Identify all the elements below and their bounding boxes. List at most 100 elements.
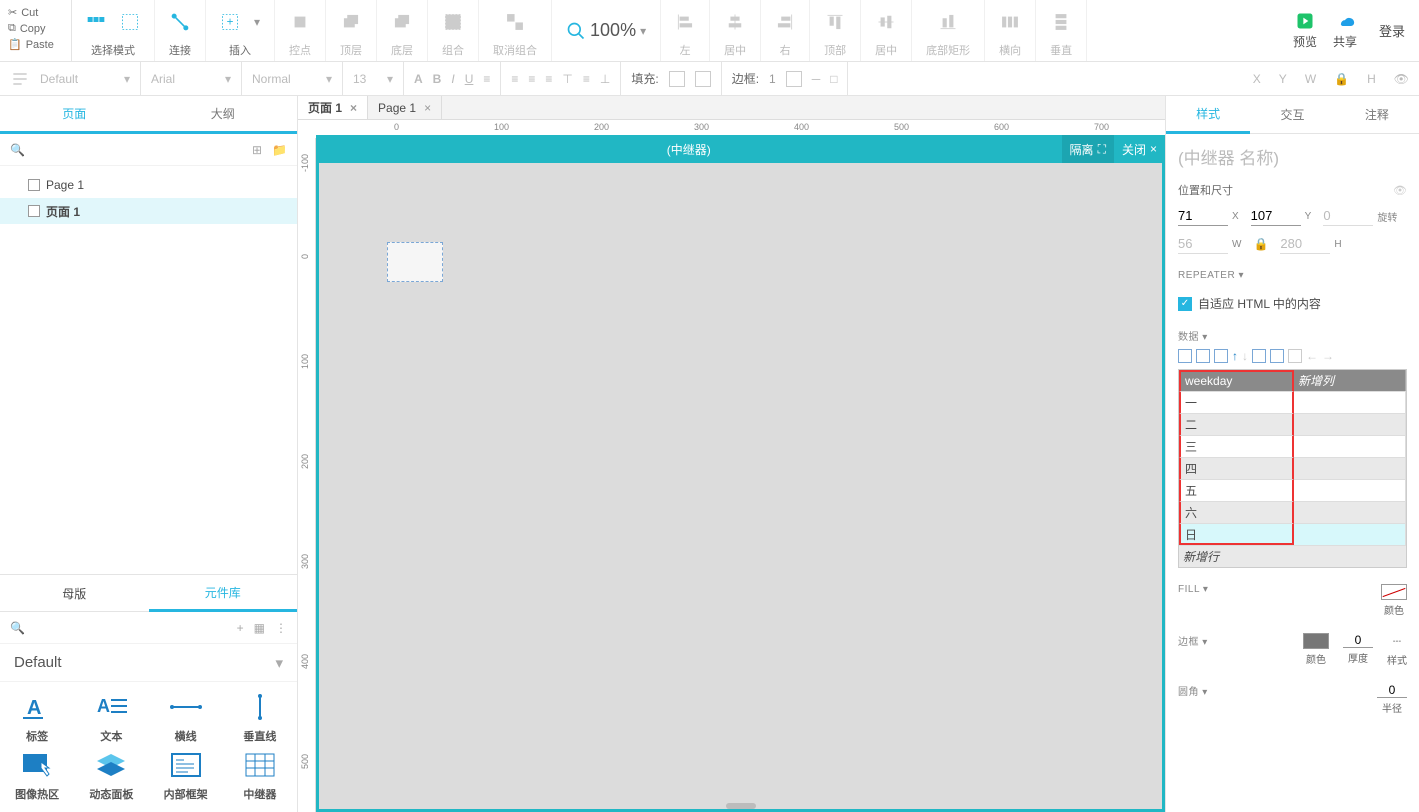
y-input[interactable] [1251, 206, 1301, 226]
svg-text:A: A [27, 697, 41, 719]
rot-input[interactable] [1323, 206, 1373, 226]
add-page-icon[interactable]: ⊞ [252, 143, 262, 157]
arrow-up-icon[interactable]: ↑ [1232, 349, 1238, 363]
insert-icon[interactable]: + [220, 12, 240, 32]
repeater-widget[interactable] [387, 242, 443, 282]
copy-button[interactable]: ⧉Copy [8, 21, 63, 36]
lib-search-input[interactable] [35, 620, 227, 635]
isolate-button[interactable]: 隔离⛶ [1062, 135, 1114, 163]
valign-t-icon[interactable]: ⊤ [562, 72, 572, 86]
border-thickness-input[interactable] [1343, 633, 1373, 648]
close-canvas-button[interactable]: 关闭× [1114, 135, 1165, 163]
widget-name-input[interactable]: (中继器 名称) [1178, 142, 1407, 170]
tool-icon[interactable] [1270, 349, 1284, 363]
close-icon: × [1150, 142, 1157, 156]
h-input[interactable] [1280, 234, 1330, 254]
search-icon[interactable]: 🔍 [10, 143, 25, 157]
canvas[interactable]: (中继器) 隔离⛶ 关闭× [316, 138, 1165, 812]
arrow-down-icon[interactable]: ↓ [1242, 349, 1248, 363]
underline-icon[interactable]: U [465, 72, 474, 86]
border-width[interactable]: 1 [769, 72, 776, 86]
select-contain-icon[interactable] [120, 12, 140, 32]
widget-label[interactable]: A标签 [0, 692, 74, 744]
arrow-left-icon[interactable]: ← [1306, 349, 1318, 363]
tool-icon[interactable] [1288, 349, 1302, 363]
svg-text:+: + [227, 15, 234, 28]
masters-tab[interactable]: 母版 [0, 575, 149, 611]
weight-dropdown[interactable]: Normal▾ [252, 72, 332, 86]
widget-repeater[interactable]: 中继器 [223, 750, 297, 802]
canvas-title: (中继器) [316, 141, 1062, 158]
page-item[interactable]: 页面 1 [0, 198, 297, 224]
widget-hline[interactable]: 横线 [149, 692, 223, 744]
align-c-icon[interactable]: ≡ [528, 72, 535, 86]
border-color-swatch[interactable] [1303, 633, 1329, 649]
size-dropdown[interactable]: 13▾ [353, 72, 393, 86]
style-dropdown[interactable]: Default▾ [40, 72, 130, 86]
style-tab[interactable]: 样式 [1166, 96, 1250, 134]
data-table[interactable]: weekday新增列 一 二 三 四 五 六 日 新增行 [1178, 369, 1407, 568]
close-icon[interactable]: × [350, 101, 357, 115]
align-l-icon[interactable]: ≡ [511, 72, 518, 86]
border-swatch[interactable] [786, 71, 802, 87]
arrow-right-icon[interactable]: → [1322, 349, 1334, 363]
visibility-icon[interactable]: 👁 [1393, 184, 1407, 197]
border-style-icon[interactable]: ─ [812, 72, 821, 86]
border-side-icon[interactable]: □ [830, 72, 837, 86]
text-color-icon[interactable]: A [414, 72, 423, 86]
fill-swatch2[interactable] [695, 71, 711, 87]
close-icon[interactable]: × [424, 101, 431, 115]
adapt-checkbox[interactable]: ✓ [1178, 297, 1192, 311]
select-mode-icon[interactable] [86, 12, 106, 32]
fill-swatch[interactable] [669, 71, 685, 87]
resize-handle[interactable] [726, 803, 756, 809]
tool-icon[interactable] [1214, 349, 1228, 363]
tool-icon[interactable] [1178, 349, 1192, 363]
border-style-icon[interactable]: ┄ [1393, 633, 1401, 650]
zoom-icon[interactable] [566, 21, 586, 41]
font-dropdown[interactable]: Arial▾ [151, 72, 231, 86]
visibility-icon[interactable]: 👁 [1394, 72, 1409, 86]
valign-m-icon[interactable]: ≡ [583, 72, 590, 86]
page-item[interactable]: Page 1 [0, 172, 297, 198]
lib-search-icon[interactable]: 🔍 [10, 621, 25, 635]
lib-grid-icon[interactable]: ▦ [254, 621, 265, 635]
align-r-icon[interactable]: ≡ [545, 72, 552, 86]
preview-button[interactable]: 预览 [1287, 11, 1323, 50]
lock-icon[interactable]: 🔒 [1334, 72, 1349, 86]
tool-icon[interactable] [1252, 349, 1266, 363]
widget-dynpanel[interactable]: 动态面板 [74, 750, 148, 802]
widget-iframe[interactable]: 内部框架 [149, 750, 223, 802]
library-tab[interactable]: 元件库 [149, 575, 298, 612]
widget-vline[interactable]: 垂直线 [223, 692, 297, 744]
lib-more-icon[interactable]: ⋮ [275, 621, 287, 635]
bullet-icon[interactable]: ≡ [483, 72, 490, 86]
folder-icon[interactable]: 📁 [272, 143, 287, 157]
canvas-tab[interactable]: Page 1× [368, 96, 442, 119]
cut-button[interactable]: ✂Cut [8, 5, 63, 20]
valign-b-icon[interactable]: ⊥ [600, 72, 610, 86]
pages-tab[interactable]: 页面 [0, 96, 149, 134]
zoom-value[interactable]: 100% [590, 20, 636, 41]
notes-tab[interactable]: 注释 [1335, 96, 1419, 133]
italic-icon[interactable]: I [451, 72, 454, 86]
canvas-tab[interactable]: 页面 1× [298, 96, 368, 119]
share-button[interactable]: 共享 [1327, 11, 1363, 50]
lib-add-icon[interactable]: + [237, 621, 244, 635]
outline-tab[interactable]: 大纲 [149, 96, 298, 134]
bold-icon[interactable]: B [433, 72, 442, 86]
paste-button[interactable]: 📋Paste [8, 37, 63, 52]
widget-hotspot[interactable]: 图像热区 [0, 750, 74, 802]
interaction-tab[interactable]: 交互 [1250, 96, 1334, 133]
style-icon[interactable] [10, 69, 30, 89]
fill-color-swatch[interactable] [1381, 584, 1407, 600]
login-button[interactable]: 登录 [1379, 21, 1405, 40]
widget-text[interactable]: A文本 [74, 692, 148, 744]
connect-icon[interactable] [170, 12, 190, 32]
corner-radius-input[interactable] [1377, 683, 1407, 698]
tool-icon[interactable] [1196, 349, 1210, 363]
page-search-input[interactable] [35, 142, 242, 157]
lock-icon[interactable]: 🔒 [1253, 237, 1268, 251]
x-input[interactable] [1178, 206, 1228, 226]
w-input[interactable] [1178, 234, 1228, 254]
